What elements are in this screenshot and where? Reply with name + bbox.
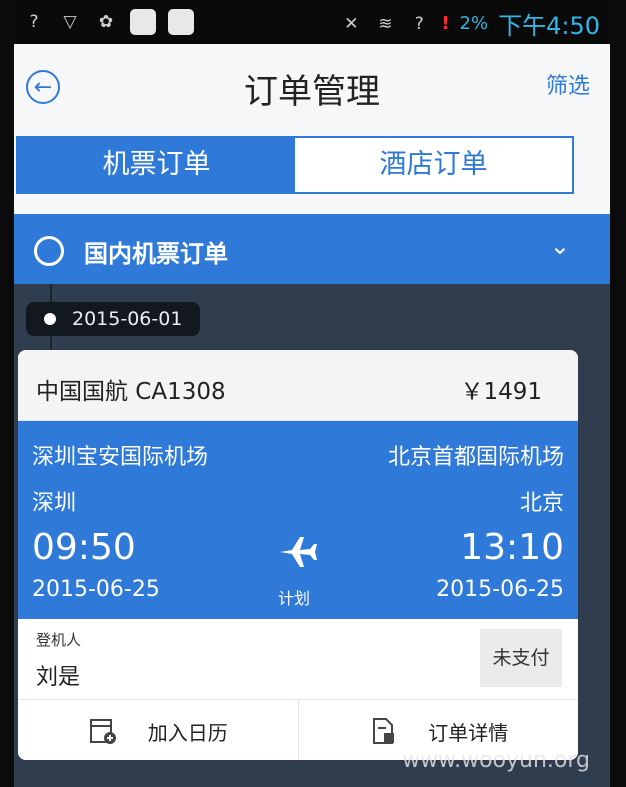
order-type-tabs: 机票订单 酒店订单 [16, 136, 574, 194]
shield-icon: ▽ [63, 12, 77, 32]
status-bar: ? ▽ ✿ ✕ ≋ ? ! 2% 下午4:50 [14, 0, 610, 44]
airline-flight: 中国国航 CA1308 [36, 379, 226, 405]
app-screen: ? ▽ ✿ ✕ ≋ ? ! 2% 下午4:50 ← 订单管理 筛选 机票订单 酒… [14, 0, 610, 787]
departure-city: 深圳 [32, 491, 77, 516]
arrival-date: 2015-06-25 [436, 577, 564, 602]
battery-level: 2% [459, 13, 489, 34]
flight-order-card[interactable]: 中国国航 CA1308 ￥1491 深圳宝安国际机场 北京首都国际机场 深圳 北… [18, 350, 578, 760]
battery-warning-icon: ! [441, 13, 450, 34]
paw-icon: ✿ [98, 12, 114, 32]
question-icon: ? [29, 12, 39, 32]
document-icon [373, 718, 395, 744]
flight-info: 深圳宝安国际机场 北京首都国际机场 深圳 北京 09:50 13:10 2015… [18, 421, 578, 619]
radio-circle-icon [34, 236, 64, 266]
add-to-calendar-button[interactable]: 加入日历 [18, 700, 298, 760]
header: ← 订单管理 筛选 [14, 44, 610, 131]
airplane-icon [280, 537, 317, 567]
order-details-label: 订单详情 [428, 720, 509, 745]
timeline-dot-icon [44, 313, 56, 325]
order-price: ￥1491 [460, 379, 542, 405]
watermark: www.wooyun.org [402, 748, 590, 773]
departure-airport: 深圳宝安国际机场 [32, 445, 209, 470]
tabs-area: 机票订单 酒店订单 [14, 130, 610, 214]
chevron-down-icon[interactable]: ⌄ [550, 232, 570, 260]
app-notification-icon [130, 9, 156, 35]
passenger-section: 登机人 刘是 未支付 [18, 619, 578, 699]
tab-flight-orders[interactable]: 机票订单 [18, 138, 295, 192]
tab-hotel-orders[interactable]: 酒店订单 [295, 138, 572, 192]
unpaid-button[interactable]: 未支付 [480, 629, 562, 687]
app-notification-icon-2 [168, 9, 194, 35]
passenger-label: 登机人 [36, 631, 82, 649]
order-date: 2015-06-01 [72, 308, 183, 330]
passenger-name: 刘是 [36, 665, 81, 690]
sim-icon: ? [414, 13, 424, 34]
card-header: 中国国航 CA1308 ￥1491 [18, 350, 578, 421]
wifi-icon: ≋ [378, 13, 393, 34]
clock: 下午4:50 [498, 12, 600, 40]
arrival-time: 13:10 [460, 527, 564, 568]
domestic-flight-section[interactable]: 国内机票订单 ⌄ [14, 214, 610, 284]
arrival-city: 北京 [519, 491, 564, 516]
page-title: 订单管理 [244, 72, 380, 112]
arrival-airport: 北京首都国际机场 [387, 445, 564, 470]
section-label: 国内机票订单 [84, 240, 228, 268]
add-to-calendar-label: 加入日历 [147, 720, 228, 745]
order-date-pill: 2015-06-01 [26, 302, 201, 336]
no-signal-icon: ✕ [344, 13, 359, 34]
status-right-icons: ✕ ≋ ? ! 2% 下午4:50 [339, 6, 600, 41]
status-left-icons: ? ▽ ✿ [22, 9, 194, 35]
calendar-add-icon [89, 719, 116, 744]
filter-button[interactable]: 筛选 [546, 68, 590, 100]
departure-time: 09:50 [32, 527, 136, 568]
departure-date: 2015-06-25 [32, 577, 160, 602]
flight-status: 计划 [278, 589, 311, 608]
